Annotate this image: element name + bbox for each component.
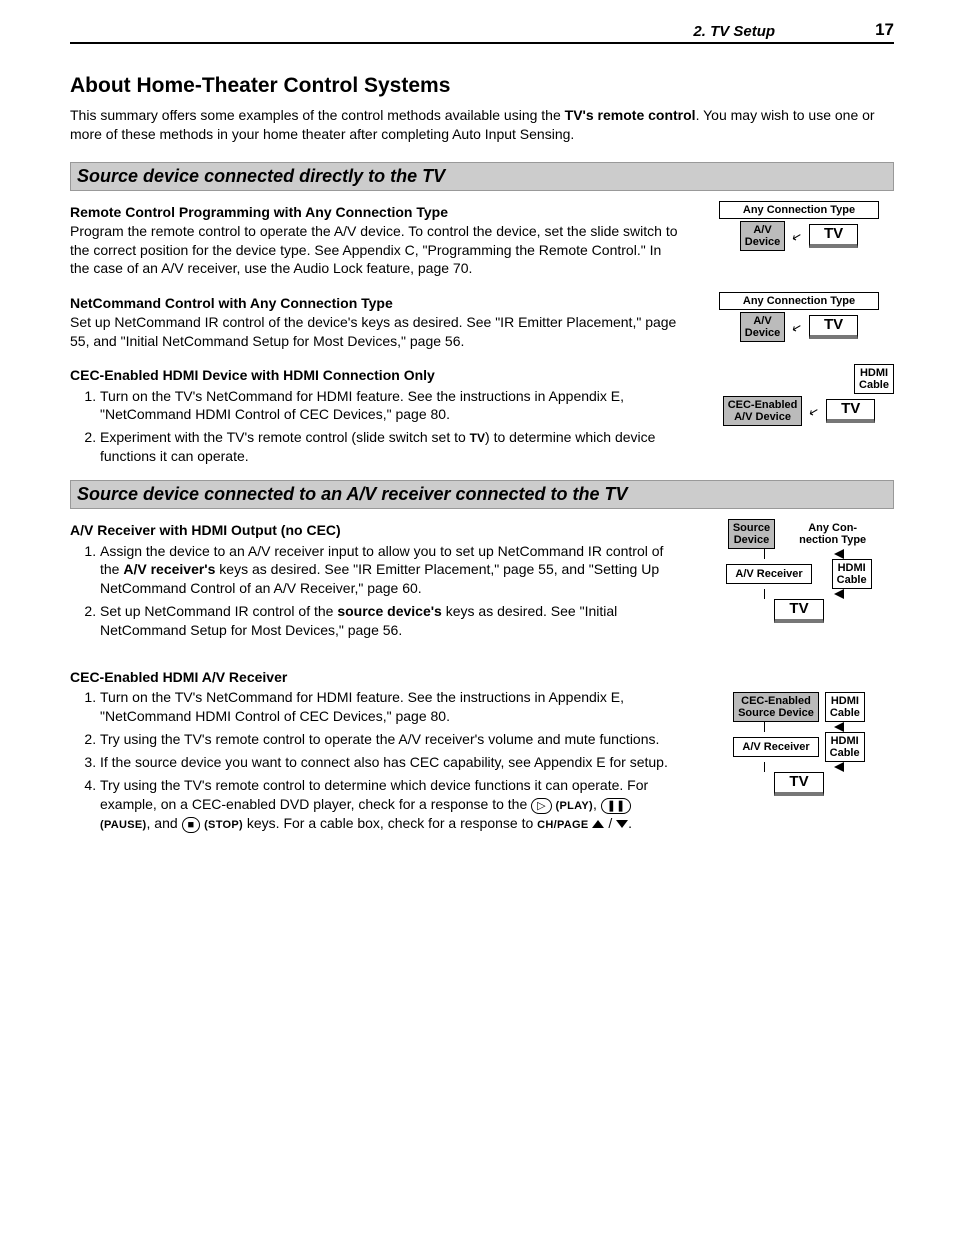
diagram-av-receiver: A/V Receiver	[726, 564, 811, 584]
list-cec: Turn on the TV's NetCommand for HDMI fea…	[70, 387, 684, 467]
text-remote: Program the remote control to operate th…	[70, 222, 684, 277]
diagram-tv: TV	[809, 224, 858, 248]
text-netcommand: Set up NetCommand IR control of the devi…	[70, 313, 684, 350]
diagram-source-device: Source Device	[728, 519, 775, 549]
list-item: Assign the device to an A/V receiver inp…	[100, 542, 684, 599]
list-item: Try using the TV's remote control to ope…	[100, 730, 684, 749]
list-item: Turn on the TV's NetCommand for HDMI fea…	[100, 688, 684, 726]
intro-text-a: This summary offers some examples of the…	[70, 107, 565, 123]
page-title: About Home-Theater Control Systems	[70, 74, 894, 98]
block-cec-avr: CEC-Enabled HDMI A/V Receiver Turn on th…	[70, 662, 894, 837]
diagram-cec-avr-chain: CEC-Enabled Source Device HDMI Cable A/V…	[704, 662, 894, 796]
arrow-left-icon	[834, 589, 844, 599]
diagram-av-device-2: A/V Device	[740, 312, 785, 342]
subhead-cec-avr: CEC-Enabled HDMI A/V Receiver	[70, 668, 684, 686]
arrow-icon: ↙	[809, 405, 820, 417]
diagram-hdmi-cable-4: HDMI Cable	[825, 732, 865, 762]
page-header: 2. TV Setup 17	[70, 20, 894, 44]
intro-paragraph: This summary offers some examples of the…	[70, 106, 894, 144]
list-item: If the source device you want to connect…	[100, 753, 684, 772]
diagram-av-receiver-2: A/V Receiver	[733, 737, 818, 757]
intro-text-bold: TV's remote control	[565, 107, 696, 123]
list-item: Set up NetCommand IR control of the sour…	[100, 602, 684, 640]
diagram-cec-device: CEC-Enabled A/V Device	[723, 396, 803, 426]
diagram-avr-chain: Source Device Any Con- nection Type A/V …	[704, 515, 894, 623]
diagram-tv-2: TV	[809, 315, 858, 339]
list-item: Turn on the TV's NetCommand for HDMI fea…	[100, 387, 684, 425]
diagram-hdmi-cable-2: HDMI Cable	[832, 559, 872, 589]
subhead-netcommand: NetCommand Control with Any Connection T…	[70, 294, 684, 312]
arrow-icon: ↙	[792, 321, 803, 333]
stop-icon: ■	[182, 817, 201, 833]
page-number: 17	[875, 20, 894, 40]
subhead-cec: CEC-Enabled HDMI Device with HDMI Connec…	[70, 366, 684, 384]
diagram-any-conn-type: Any Con- nection Type	[795, 520, 870, 548]
diagram-label-any-conn-2: Any Connection Type	[719, 292, 879, 310]
chevron-up-icon	[592, 820, 604, 828]
diagram-any-connection-1: Any Connection Type A/V Device ↙ TV	[704, 197, 894, 253]
block-netcommand: NetCommand Control with Any Connection T…	[70, 288, 894, 350]
chevron-down-icon	[616, 820, 628, 828]
list-cec-avr: Turn on the TV's NetCommand for HDMI fea…	[70, 688, 684, 832]
arrow-left-icon	[834, 762, 844, 772]
play-icon: ▷	[531, 798, 551, 814]
block-cec-hdmi: CEC-Enabled HDMI Device with HDMI Connec…	[70, 360, 894, 470]
list-item: Try using the TV's remote control to det…	[100, 776, 684, 833]
section-heading-2: Source device connected to an A/V receiv…	[70, 480, 894, 509]
diagram-hdmi-cable: HDMI Cable	[854, 364, 894, 394]
arrow-left-icon	[834, 722, 844, 732]
list-item: Experiment with the TV's remote control …	[100, 428, 684, 466]
diagram-av-device: A/V Device	[740, 221, 785, 251]
diagram-cec-source: CEC-Enabled Source Device	[733, 692, 819, 722]
chapter-label: 2. TV Setup	[693, 23, 875, 40]
diagram-tv-3: TV	[826, 399, 875, 423]
pause-icon: ❚❚	[601, 798, 631, 814]
arrow-left-icon	[834, 549, 844, 559]
subhead-avr: A/V Receiver with HDMI Output (no CEC)	[70, 521, 684, 539]
diagram-tv-5: TV	[774, 772, 823, 796]
arrow-icon: ↙	[792, 230, 803, 242]
subhead-remote: Remote Control Programming with Any Conn…	[70, 203, 684, 221]
section-heading-1: Source device connected directly to the …	[70, 162, 894, 191]
block-avr-no-cec: A/V Receiver with HDMI Output (no CEC) A…	[70, 515, 894, 644]
diagram-label-any-conn: Any Connection Type	[719, 201, 879, 219]
diagram-any-connection-2: Any Connection Type A/V Device ↙ TV	[704, 288, 894, 344]
list-avr: Assign the device to an A/V receiver inp…	[70, 542, 684, 640]
diagram-hdmi-cable-3: HDMI Cable	[825, 692, 865, 722]
diagram-hdmi-cec: HDMI Cable CEC-Enabled A/V Device ↙ TV	[704, 360, 894, 428]
block-remote-control: Remote Control Programming with Any Conn…	[70, 197, 894, 278]
diagram-tv-4: TV	[774, 599, 823, 623]
